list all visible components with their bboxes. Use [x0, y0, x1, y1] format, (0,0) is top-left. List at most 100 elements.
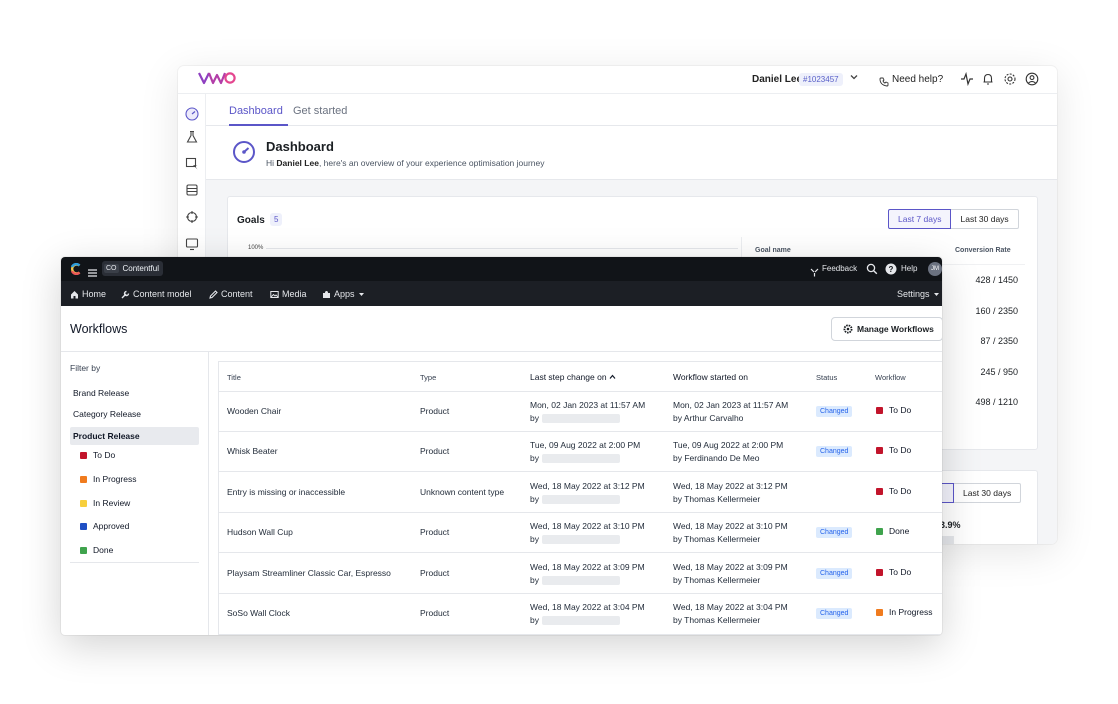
nav-settings[interactable]: Settings: [897, 289, 940, 299]
cursor-icon[interactable]: [185, 157, 199, 171]
range-30-days-button-2[interactable]: Last 30 days: [954, 483, 1022, 503]
started-by: by Thomas Kellermeier: [673, 614, 761, 625]
row-title[interactable]: Playsam Streamliner Classic Car, Espress…: [227, 568, 391, 578]
last-change-date: Wed, 18 May 2022 at 3:09 PM: [530, 562, 645, 572]
row-title[interactable]: Whisk Beater: [227, 446, 278, 456]
status-dot: [876, 406, 883, 414]
filter-product-release[interactable]: Product Release: [73, 431, 140, 441]
vwo-logo[interactable]: [198, 71, 236, 90]
bell-icon[interactable]: [981, 72, 995, 86]
menu-icon[interactable]: [88, 264, 97, 277]
search-icon[interactable]: [866, 262, 878, 280]
range-30-days-button[interactable]: Last 30 days: [951, 209, 1019, 229]
manage-workflows-button[interactable]: Manage Workflows: [831, 317, 942, 341]
started-date: Wed, 18 May 2022 at 3:12 PM: [673, 481, 788, 491]
range-7-days-button-2[interactable]: [940, 483, 954, 503]
nav-content-model[interactable]: Content model: [121, 289, 192, 299]
help-link[interactable]: Help: [901, 264, 917, 273]
nav-content-label: Content: [221, 289, 253, 299]
dashboard-nav-icon[interactable]: [185, 107, 199, 121]
col-title[interactable]: Title: [227, 373, 241, 382]
row-title[interactable]: Entry is missing or inaccessible: [227, 487, 345, 497]
status-badge: Changed: [816, 406, 853, 417]
puzzle-icon: [323, 290, 330, 298]
filter-status-to-do[interactable]: To Do: [80, 450, 115, 460]
col-status[interactable]: Status: [816, 373, 837, 382]
last-change-by: by: [530, 533, 539, 544]
row-type: Product: [420, 568, 450, 578]
status-dot: [80, 475, 87, 483]
col-workflow[interactable]: Workflow: [875, 373, 906, 382]
tab-get-started[interactable]: Get started: [293, 105, 347, 117]
col-goal-name: Goal name: [755, 247, 791, 254]
help-icon[interactable]: ?: [885, 262, 897, 280]
last-change-date: Wed, 18 May 2022 at 3:04 PM: [530, 602, 645, 612]
user-name[interactable]: Daniel Lee: [752, 74, 802, 85]
range-7-days-button[interactable]: Last 7 days: [888, 209, 952, 229]
last-change-by: by: [530, 493, 539, 504]
filter-title: Filter by: [70, 363, 101, 373]
profile-icon[interactable]: [1025, 72, 1039, 86]
nav-media[interactable]: Media: [270, 289, 307, 299]
status-badge: Changed: [816, 527, 853, 538]
space-switcher[interactable]: CO Contentful: [102, 261, 163, 276]
filter-status-label: In Progress: [93, 474, 137, 484]
contentful-logo-icon[interactable]: [70, 262, 82, 276]
row-type: Product: [420, 406, 450, 416]
filter-status-approved[interactable]: Approved: [80, 521, 129, 531]
workflow-state: To Do: [876, 445, 911, 455]
activity-icon[interactable]: [960, 71, 974, 87]
filter-divider: [70, 562, 199, 563]
filter-category-release[interactable]: Category Release: [73, 409, 141, 419]
nav-home[interactable]: Home: [70, 289, 106, 299]
need-help-link[interactable]: Need help?: [892, 74, 943, 85]
tab-dashboard[interactable]: Dashboard: [229, 105, 283, 117]
row-title[interactable]: Hudson Wall Cup: [227, 527, 293, 537]
chevron-down-icon[interactable]: [849, 72, 859, 85]
greeting-name: Daniel Lee: [276, 158, 319, 168]
pencil-icon: [209, 289, 218, 299]
account-id-badge[interactable]: #1023457: [799, 73, 843, 86]
database-icon[interactable]: [185, 183, 199, 197]
workflow-state: To Do: [876, 405, 911, 415]
chart-axis-top-label: 100%: [248, 245, 264, 251]
avatar[interactable]: JM: [928, 262, 942, 276]
last-change-date: Wed, 18 May 2022 at 3:10 PM: [530, 521, 645, 531]
gear-icon[interactable]: [1003, 72, 1017, 86]
status-dot: [80, 546, 87, 554]
col-last-step-change[interactable]: Last step change on: [530, 372, 616, 382]
feedback-link[interactable]: Feedback: [822, 264, 857, 273]
conversion-value: 160 / 2350: [975, 306, 1018, 316]
row-started: Tue, 09 Aug 2022 at 2:00 PM by Ferdinando…: [673, 439, 783, 464]
col-workflow-started[interactable]: Workflow started on: [673, 372, 748, 382]
conversion-value: 428 / 1450: [975, 275, 1018, 285]
row-title[interactable]: Wooden Chair: [227, 406, 281, 416]
range-toggle: Last 7 days Last 30 days: [888, 209, 1019, 229]
filter-status-label: In Review: [93, 498, 131, 508]
filter-status-in-review[interactable]: In Review: [80, 498, 130, 508]
last-change-date: Wed, 18 May 2022 at 3:12 PM: [530, 481, 645, 491]
row-divider: [219, 471, 942, 472]
workflow-state-label: To Do: [889, 405, 912, 415]
header-divider: [219, 391, 942, 392]
nav-content[interactable]: Content: [209, 289, 253, 299]
screen-icon[interactable]: [185, 237, 199, 251]
dashboard-header: Dashboard Hi Daniel Lee, here's an overv…: [206, 127, 1057, 180]
row-last-change: Wed, 18 May 2022 at 3:09 PM by: [530, 561, 645, 586]
filter-brand-release[interactable]: Brand Release: [73, 388, 129, 398]
filter-status-done[interactable]: Done: [80, 545, 113, 555]
flask-icon[interactable]: [185, 130, 199, 144]
col-type[interactable]: Type: [420, 373, 436, 382]
filter-status-in-progress[interactable]: In Progress: [80, 474, 136, 484]
workflow-state-label: To Do: [889, 486, 912, 496]
started-date: Wed, 18 May 2022 at 3:04 PM: [673, 602, 788, 612]
nav-home-label: Home: [82, 289, 107, 299]
target-icon[interactable]: [185, 210, 199, 224]
goals-title: Goals: [237, 215, 265, 226]
percentage-value: 3.9%: [940, 520, 961, 530]
row-title[interactable]: SoSo Wall Clock: [227, 608, 290, 618]
nav-apps[interactable]: Apps: [322, 289, 365, 299]
workflow-state: To Do: [876, 567, 911, 577]
redacted-name: [541, 453, 620, 463]
speedometer-icon: [232, 140, 256, 164]
